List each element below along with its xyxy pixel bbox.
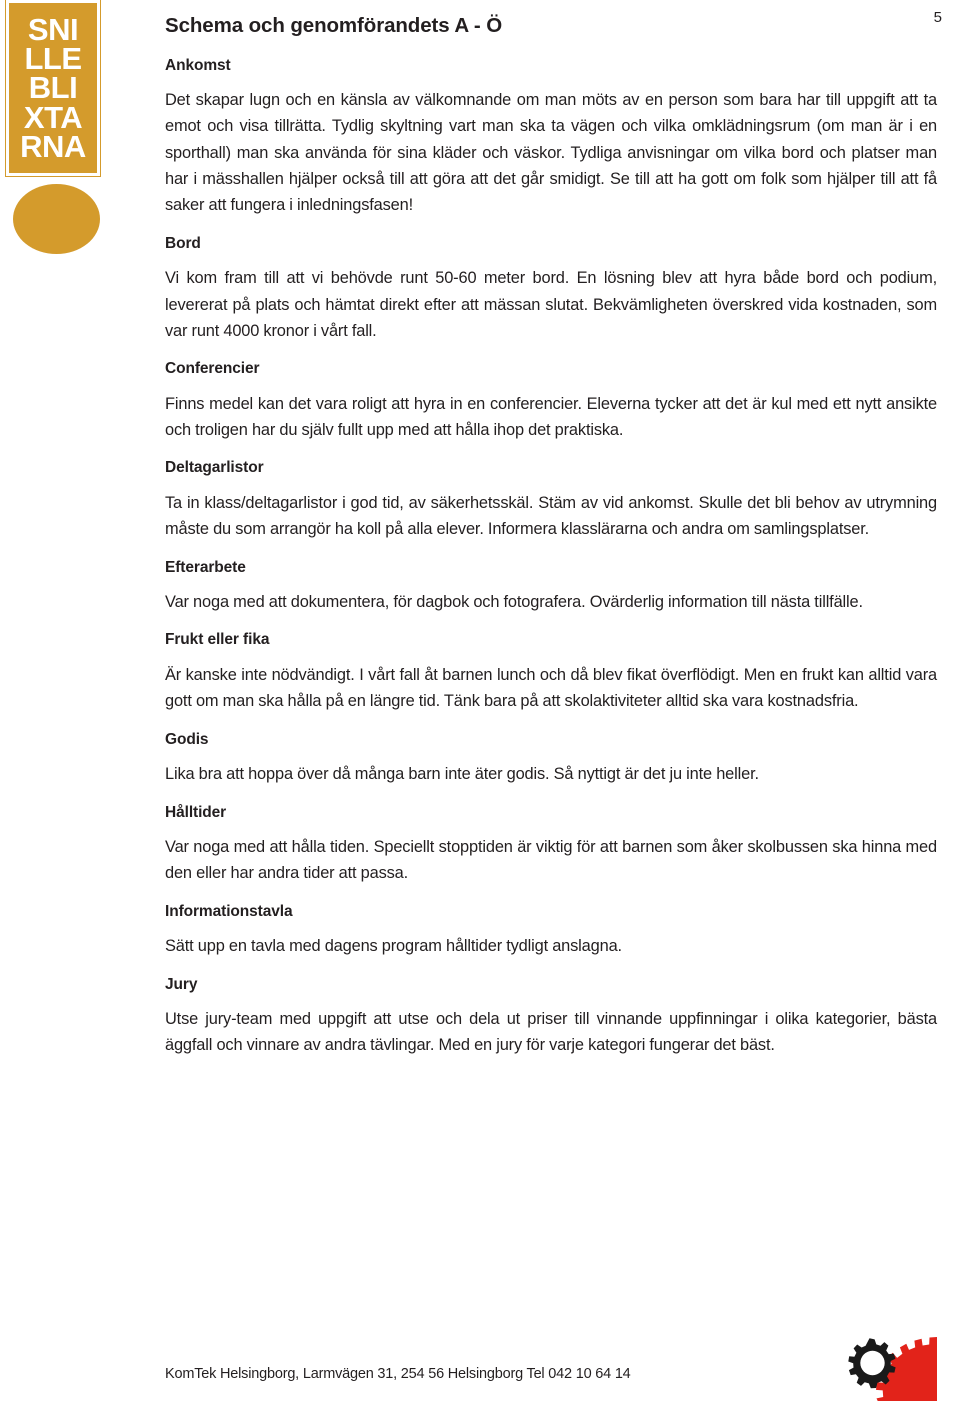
page-footer: KomTek Helsingborg, Larmvägen 31, 254 56… — [165, 1335, 937, 1401]
section-heading: Jury — [165, 975, 198, 993]
section-heading: Bord — [165, 234, 201, 252]
section-body: Är kanske inte nödvändigt. I vårt fall å… — [165, 666, 937, 711]
document-page: 5 SNI LLE BLI XTA RNA Schema och genomfö… — [0, 0, 960, 1405]
gear-icon — [848, 1337, 937, 1401]
footer-contact-text: KomTek Helsingborg, Larmvägen 31, 254 56… — [165, 1365, 631, 1382]
section-heading: Conferencier — [165, 360, 260, 378]
section-heading: Deltagarlistor — [165, 459, 264, 477]
section-heading: Ankomst — [165, 56, 231, 74]
section-heading: Hålltider — [165, 803, 227, 821]
section-heading: Frukt eller fika — [165, 631, 270, 649]
brand-line-4: XTA — [23, 99, 83, 135]
section-deltagarlistor: Deltagarlistor Ta in klass/deltagarlisto… — [165, 459, 937, 542]
section-halltider: Hålltider Var noga med att hålla tiden. … — [165, 804, 937, 887]
brand-mark: SNI LLE BLI XTA RNA — [5, 0, 101, 177]
section-body: Var noga med att dokumentera, för dagbok… — [165, 593, 863, 612]
gear-black-icon — [848, 1338, 896, 1389]
document-content: Schema och genomförandets A - Ö Ankomst … — [165, 14, 937, 1075]
section-heading: Efterarbete — [165, 558, 246, 576]
section-body: Vi kom fram till att vi behövde runt 50-… — [165, 269, 937, 340]
section-body: Utse jury-team med uppgift att utse och … — [165, 1010, 937, 1055]
brand-line-5: RNA — [20, 128, 86, 164]
section-body: Finns medel kan det vara roligt att hyra… — [165, 394, 937, 440]
section-heading: Informationstavla — [165, 902, 293, 920]
section-frukt-eller-fika: Frukt eller fika Är kanske inte nödvändi… — [165, 631, 937, 714]
section-efterarbete: Efterarbete Var noga med att dokumentera… — [165, 559, 937, 616]
section-body: Var noga med att hålla tiden. Speciellt … — [165, 838, 937, 883]
brand-line-2: LLE — [24, 41, 82, 77]
brand-circle-icon — [13, 184, 100, 254]
section-informationstavla: Informationstavla Sätt upp en tavla med … — [165, 903, 937, 960]
section-conferencier: Conferencier Finns medel kan det vara ro… — [165, 360, 937, 443]
komtek-logo — [841, 1335, 937, 1401]
brand-line-3: BLI — [28, 70, 78, 106]
section-body: Ta in klass/deltagarlistor i god tid, av… — [165, 493, 937, 539]
page-title: Schema och genomförandets A - Ö — [165, 14, 503, 37]
section-body: Lika bra att hoppa över då många barn in… — [165, 765, 759, 784]
snilleblixtarna-logo: SNI LLE BLI XTA RNA — [5, 0, 102, 254]
section-bord: Bord Vi kom fram till att vi behövde run… — [165, 235, 937, 344]
section-ankomst: Ankomst Det skapar lugn och en känsla av… — [165, 57, 937, 219]
section-body: Sätt upp en tavla med dagens program hål… — [165, 937, 622, 956]
section-jury: Jury Utse jury-team med uppgift att utse… — [165, 976, 937, 1059]
section-godis: Godis Lika bra att hoppa över då många b… — [165, 731, 937, 788]
section-body: Det skapar lugn och en känsla av välkomn… — [165, 91, 937, 215]
brand-line-1: SNI — [27, 12, 79, 48]
section-heading: Godis — [165, 730, 209, 748]
